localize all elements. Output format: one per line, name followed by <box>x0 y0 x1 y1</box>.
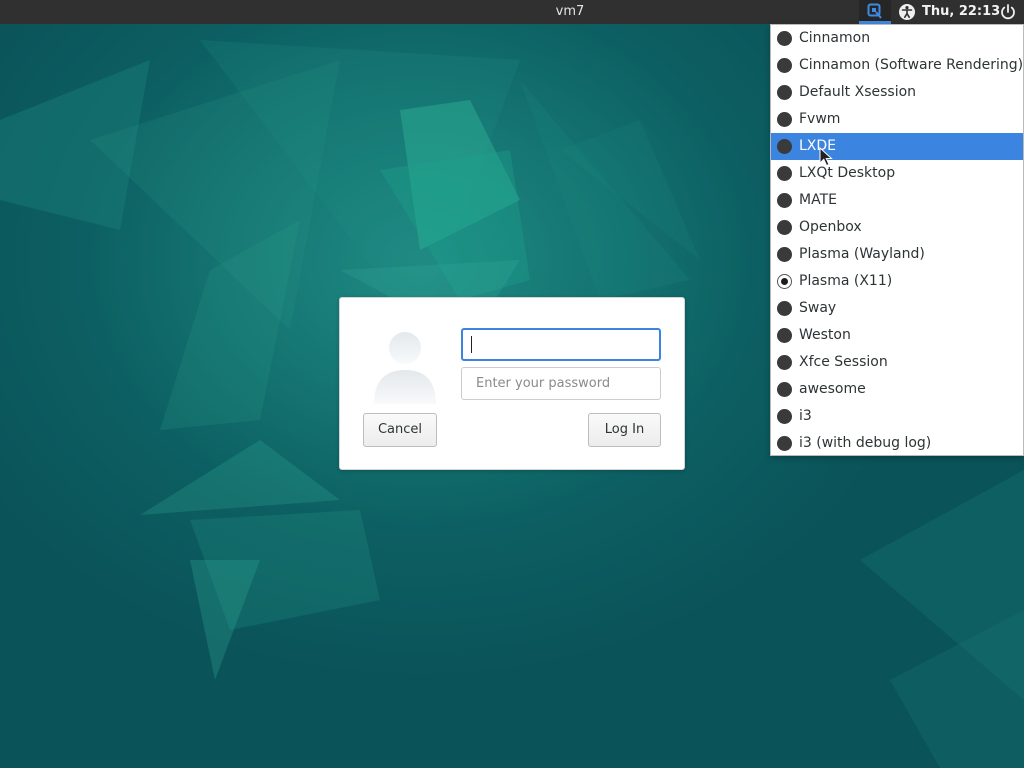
session-menu-item-selected[interactable]: Plasma (X11) <box>771 268 1023 295</box>
power-icon[interactable] <box>999 3 1017 21</box>
session-menu-item[interactable]: i3 <box>771 403 1023 430</box>
session-menu-item[interactable]: Default Xsession <box>771 79 1023 106</box>
session-label: Weston <box>799 327 851 343</box>
radio-icon <box>777 382 792 397</box>
session-menu-item[interactable]: LXQt Desktop <box>771 160 1023 187</box>
username-field[interactable] <box>461 328 661 361</box>
session-label: Sway <box>799 300 837 316</box>
radio-icon <box>777 436 792 451</box>
radio-icon <box>777 31 792 46</box>
session-label: i3 <box>799 408 812 424</box>
password-field[interactable] <box>461 367 661 400</box>
session-label: Fvwm <box>799 111 841 127</box>
session-label: Xfce Session <box>799 354 888 370</box>
radio-icon <box>777 301 792 316</box>
desktop: vm7 Thu, 22:13 Cinnamon Cinnamon (Softwa… <box>0 0 1024 768</box>
session-menu-item[interactable]: Sway <box>771 295 1023 322</box>
session-label: LXQt Desktop <box>799 165 896 181</box>
mouse-cursor-icon <box>819 147 833 167</box>
session-label: awesome <box>799 381 866 397</box>
cancel-button[interactable]: Cancel <box>363 413 437 447</box>
session-label: i3 (with debug log) <box>799 435 932 451</box>
radio-icon <box>777 247 792 262</box>
radio-icon <box>777 220 792 235</box>
session-menu-item[interactable]: Openbox <box>771 214 1023 241</box>
login-dialog: Cancel Log In <box>339 297 685 470</box>
session-menu-item[interactable]: Xfce Session <box>771 349 1023 376</box>
session-label: Cinnamon (Software Rendering) <box>799 57 1024 73</box>
session-menu-item[interactable]: Weston <box>771 322 1023 349</box>
radio-checked-icon <box>777 274 792 289</box>
session-menu-item[interactable]: MATE <box>771 187 1023 214</box>
radio-icon <box>777 193 792 208</box>
session-label: Plasma (Wayland) <box>799 246 925 262</box>
session-menu-item[interactable]: Cinnamon (Software Rendering) <box>771 52 1023 79</box>
top-panel: vm7 Thu, 22:13 <box>0 0 1024 24</box>
session-label: Plasma (X11) <box>799 273 893 289</box>
radio-icon <box>777 112 792 127</box>
session-selector-button[interactable] <box>859 0 891 24</box>
radio-icon <box>777 85 792 100</box>
radio-icon <box>777 58 792 73</box>
radio-icon <box>777 409 792 424</box>
text-caret <box>471 336 472 353</box>
session-selector-icon <box>867 3 882 19</box>
session-menu-item-highlighted[interactable]: LXDE <box>771 133 1023 160</box>
session-label: MATE <box>799 192 837 208</box>
radio-icon <box>777 139 792 154</box>
login-button[interactable]: Log In <box>588 413 661 447</box>
hostname-label: vm7 <box>555 4 585 19</box>
session-menu-item[interactable]: awesome <box>771 376 1023 403</box>
accessibility-icon[interactable] <box>898 3 916 21</box>
clock[interactable]: Thu, 22:13 <box>922 0 1000 24</box>
session-menu-item[interactable]: Cinnamon <box>771 25 1023 52</box>
radio-icon <box>777 328 792 343</box>
session-menu-item[interactable]: Plasma (Wayland) <box>771 241 1023 268</box>
session-label: Openbox <box>799 219 862 235</box>
radio-icon <box>777 166 792 181</box>
session-menu: Cinnamon Cinnamon (Software Rendering) D… <box>770 24 1024 456</box>
session-menu-item[interactable]: i3 (with debug log) <box>771 430 1023 457</box>
session-label: Default Xsession <box>799 84 917 100</box>
session-menu-item[interactable]: Fvwm <box>771 106 1023 133</box>
user-avatar-icon <box>374 332 436 404</box>
session-label: Cinnamon <box>799 30 871 46</box>
radio-icon <box>777 355 792 370</box>
